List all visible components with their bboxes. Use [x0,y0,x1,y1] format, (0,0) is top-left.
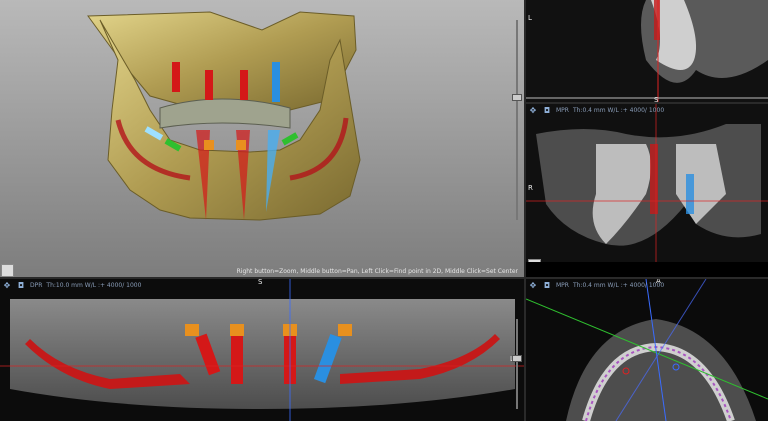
panoramic-toolbar: ✥ ◘ DPR Th:10.0 mm W/L :+ 4000/ 1000 [0,279,142,291]
orientation-label-L: L [528,14,532,22]
model-3d-jaw [87,11,361,221]
move-icon[interactable]: ✥ [528,280,538,290]
implant-3d-2 [205,70,213,100]
3d-slider[interactable] [512,20,522,220]
mpr-toolbar: ✥ ◘ MPR Th:0.4 mm W/L :+ 4000/ 1000 [526,104,665,116]
mpr-params: Th:0.4 mm W/L :+ 4000/ 1000 [572,106,665,114]
implant-3d-3 [240,70,248,100]
avatar-icon-mpr [528,259,541,262]
implant-3d-1 [172,62,180,92]
camera-icon[interactable]: ◘ [542,280,552,290]
panoramic-label: DPR [30,281,43,289]
implant-pan-2 [231,336,243,384]
axial-label: MPR [556,281,569,289]
viewport-cross-section-top[interactable]: L S [526,0,768,102]
camera-icon[interactable]: ◘ [16,280,26,290]
cross-section-image-top [526,0,768,102]
pane-divider-vertical[interactable] [524,0,526,421]
orientation-label-R: R [528,184,533,192]
axial-toolbar: ✥ ◘ MPR Th:0.4 mm W/L :+ 4000/ 1000 [526,279,665,291]
pane-divider-right[interactable] [526,102,768,104]
panoramic-slider-handle[interactable] [512,355,522,362]
viewport-3d[interactable]: Right button=Zoom, Middle button=Pan, Le… [0,0,524,277]
mpr-image [526,104,768,262]
viewport-panoramic[interactable]: ✥ ◘ DPR Th:10.0 mm W/L :+ 4000/ 1000 S L… [0,279,524,421]
viewport-axial[interactable]: ✥ ◘ MPR Th:0.4 mm W/L :+ 4000/ 1000 A [526,279,768,421]
panoramic-image [0,279,524,421]
implant-3d-4 [272,62,280,102]
camera-icon[interactable]: ◘ [542,105,552,115]
panoramic-params: Th:10.0 mm W/L :+ 4000/ 1000 [46,281,142,289]
move-icon[interactable]: ✥ [528,105,538,115]
orientation-label-S-pan: S [258,279,263,286]
viewport-mpr[interactable]: ✥ ◘ MPR Th:0.4 mm W/L :+ 4000/ 1000 R [526,104,768,262]
panoramic-slider[interactable] [512,319,522,409]
move-icon[interactable]: ✥ [2,280,12,290]
mouse-hint-text: Right button=Zoom, Middle button=Pan, Le… [236,268,518,275]
mpr-label: MPR [556,106,569,114]
3d-slider-handle[interactable] [512,94,522,101]
avatar-icon [1,264,14,277]
pane-divider-horizontal[interactable] [0,277,768,279]
axial-image [526,279,768,421]
orientation-label-A: A [656,279,661,285]
axial-params: Th:0.4 mm W/L :+ 4000/ 1000 [572,281,665,289]
